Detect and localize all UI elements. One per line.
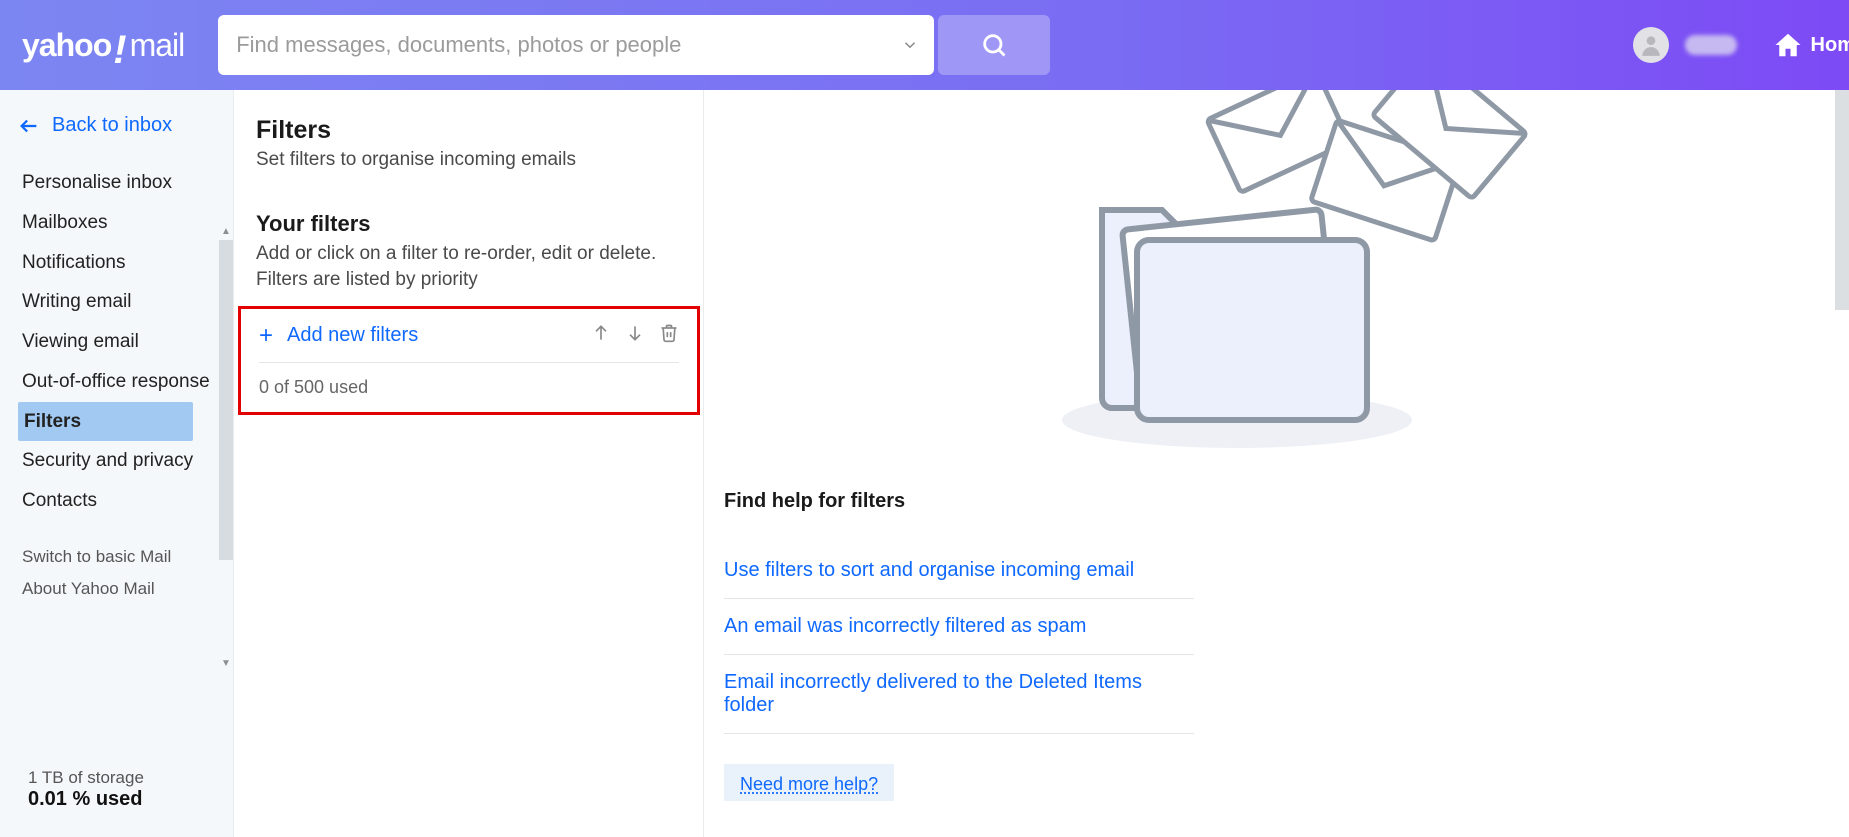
delete-filter-button[interactable] <box>659 323 679 348</box>
sidebar-item-contacts[interactable]: Contacts <box>0 481 233 521</box>
your-filters-heading: Your filters <box>256 211 683 237</box>
move-filter-up-button[interactable] <box>591 323 611 348</box>
person-icon <box>1638 32 1664 58</box>
add-new-filters-link[interactable]: + Add new filters <box>259 324 591 347</box>
sidebar-scrollbar[interactable] <box>219 240 233 560</box>
arrow-down-icon <box>625 323 645 343</box>
yahoo-mail-logo[interactable]: yahoo!mail <box>22 27 184 64</box>
header-right: Hom <box>1633 0 1849 90</box>
sidebar-item-viewing-email[interactable]: Viewing email <box>0 322 233 362</box>
settings-sidebar: ▲ ▼ Back to inbox Personalise inbox Mail… <box>0 90 234 837</box>
search-dropdown-caret[interactable] <box>886 15 934 75</box>
sidebar-item-personalise-inbox[interactable]: Personalise inbox <box>0 163 233 203</box>
help-link-deleted-items[interactable]: Email incorrectly delivered to the Delet… <box>724 655 1194 734</box>
filters-panel: Filters Set filters to organise incoming… <box>234 90 704 837</box>
sidebar-item-out-of-office[interactable]: Out-of-office response <box>0 362 233 402</box>
help-heading: Find help for filters <box>724 490 1194 513</box>
help-link-sort-organise[interactable]: Use filters to sort and organise incomin… <box>724 543 1194 599</box>
sidebar-item-writing-email[interactable]: Writing email <box>0 282 233 322</box>
your-filters-subtitle: Add or click on a filter to re-order, ed… <box>256 241 683 292</box>
app-header: yahoo!mail Hom <box>0 0 1849 90</box>
annotation-highlight-box: + Add new filters <box>238 306 700 415</box>
back-to-inbox-link[interactable]: Back to inbox <box>0 114 233 137</box>
filters-used-count: 0 of 500 used <box>259 377 679 398</box>
arrow-up-icon <box>591 323 611 343</box>
exclamation-icon: ! <box>113 36 125 64</box>
sidebar-item-notifications[interactable]: Notifications <box>0 243 233 283</box>
storage-used: 0.01 % used <box>28 788 233 811</box>
search-button[interactable] <box>938 15 1050 75</box>
plus-icon: + <box>259 326 273 346</box>
sidebar-switch-basic[interactable]: Switch to basic Mail <box>0 541 233 573</box>
scrollbar-up-icon[interactable]: ▲ <box>220 226 232 238</box>
sidebar-about[interactable]: About Yahoo Mail <box>0 573 233 605</box>
home-icon <box>1773 30 1803 60</box>
sidebar-item-filters[interactable]: Filters <box>18 402 193 442</box>
help-link-filtered-spam[interactable]: An email was incorrectly filtered as spa… <box>724 599 1194 655</box>
page-scrollbar[interactable] <box>1835 90 1849 310</box>
trash-icon <box>659 323 679 343</box>
move-filter-down-button[interactable] <box>625 323 645 348</box>
need-more-help-button[interactable]: Need more help? <box>724 764 894 801</box>
scrollbar-down-icon[interactable]: ▼ <box>220 658 232 670</box>
arrow-left-icon <box>18 115 40 137</box>
avatar[interactable] <box>1633 27 1669 63</box>
sidebar-item-security-privacy[interactable]: Security and privacy <box>0 441 233 481</box>
panel-title: Filters <box>256 116 683 145</box>
home-link[interactable]: Hom <box>1773 30 1849 60</box>
panel-subtitle: Set filters to organise incoming emails <box>256 149 683 171</box>
search-icon <box>980 31 1008 59</box>
search-box <box>218 15 934 75</box>
storage-total: 1 TB of storage <box>28 768 233 788</box>
username-label <box>1685 35 1737 55</box>
sidebar-item-mailboxes[interactable]: Mailboxes <box>0 203 233 243</box>
search-input[interactable] <box>218 15 886 75</box>
storage-info: 1 TB of storage 0.01 % used <box>0 768 233 837</box>
help-panel: Find help for filters Use filters to sor… <box>704 90 1849 837</box>
filters-illustration <box>1027 90 1547 450</box>
